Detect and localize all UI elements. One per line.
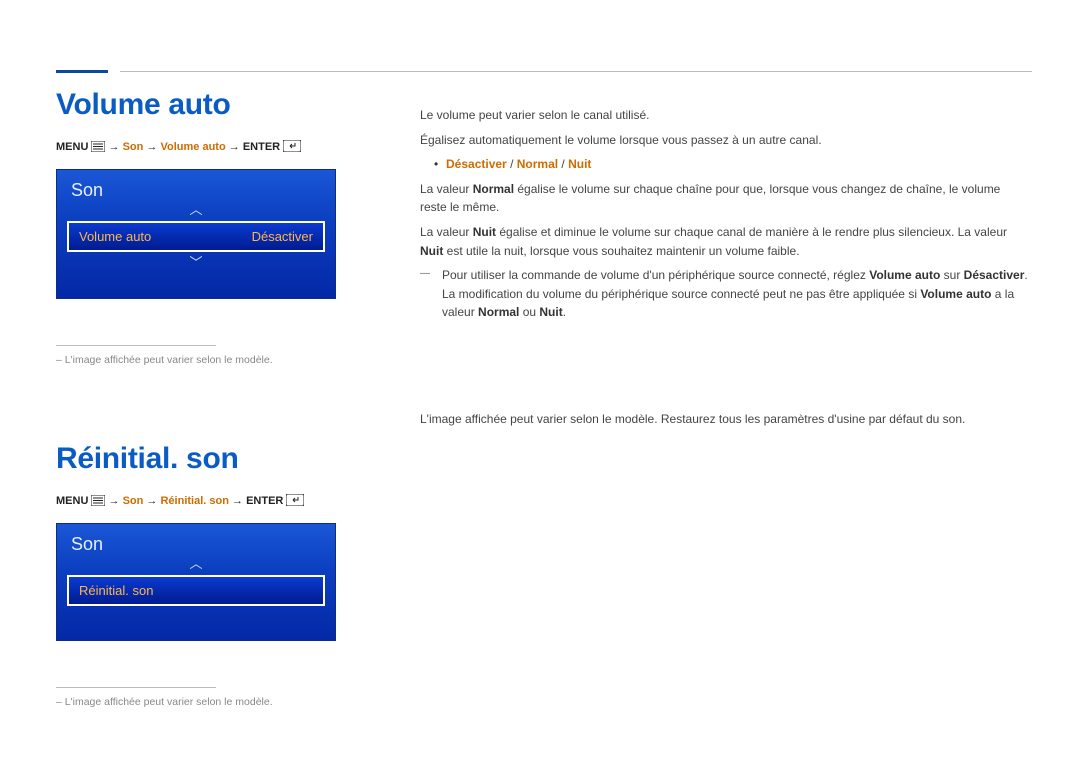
tv-row-label: Volume auto xyxy=(79,229,151,244)
footnote-rule xyxy=(56,345,216,346)
section-volume-auto: Volume auto MENU → Son → Volume auto → E… xyxy=(56,48,1032,366)
term-nuit: Nuit xyxy=(473,225,496,239)
text-fragment: La valeur xyxy=(420,225,473,239)
section-title-reinitial-son: Réinitial. son xyxy=(56,442,404,476)
text-fragment: est utile la nuit, lorsque vous souhaite… xyxy=(443,244,799,258)
enter-icon xyxy=(286,494,304,509)
enter-label: ENTER xyxy=(243,141,280,153)
section-reinitial-son: Réinitial. son MENU → Son → Réinitial. s… xyxy=(56,402,1032,708)
text-fragment: Pour utiliser la commande de volume d'un… xyxy=(442,268,869,282)
body-text: Le volume peut varier selon le canal uti… xyxy=(420,106,1030,125)
term-volume-auto: Volume auto xyxy=(920,287,991,301)
menu-icon xyxy=(91,141,105,155)
text-fragment: . xyxy=(563,305,566,319)
text-fragment: égalise et diminue le volume sur chaque … xyxy=(496,225,1007,239)
section-title-volume-auto: Volume auto xyxy=(56,88,404,122)
arrow-sep: → xyxy=(109,141,123,153)
path-volume-auto: Volume auto xyxy=(160,141,225,153)
term-desactiver: Désactiver xyxy=(964,268,1025,282)
term-normal: Normal xyxy=(478,305,519,319)
left-column-1: Volume auto MENU → Son → Volume auto → E… xyxy=(56,48,404,366)
path-son: Son xyxy=(123,141,144,153)
tv-selected-row[interactable]: Volume auto Désactiver xyxy=(67,221,325,252)
path-reinitial-son: Réinitial. son xyxy=(160,495,228,507)
option-normal: Normal xyxy=(517,157,558,171)
chevron-down-icon[interactable]: ﹀ xyxy=(57,256,335,270)
tv-row-label: Réinitial. son xyxy=(79,583,153,598)
header-accent-bar xyxy=(56,70,108,73)
text-fragment: sur xyxy=(940,268,963,282)
term-volume-auto: Volume auto xyxy=(869,268,940,282)
menu-path-reinitial-son: MENU → Son → Réinitial. son → ENTER xyxy=(56,494,404,509)
tv-menu-preview-reinitial-son: Son ︿ Réinitial. son xyxy=(56,523,336,641)
body-text: Égalisez automatiquement le volume lorsq… xyxy=(420,131,1030,150)
arrow-sep: → xyxy=(229,141,243,153)
menu-label: MENU xyxy=(56,141,88,153)
chevron-up-icon[interactable]: ︿ xyxy=(57,203,335,217)
term-normal: Normal xyxy=(473,182,514,196)
page-container: Volume auto MENU → Son → Volume auto → E… xyxy=(0,0,1080,763)
arrow-sep: → xyxy=(146,495,160,507)
tv-selected-row[interactable]: Réinitial. son xyxy=(67,575,325,606)
option-list: Désactiver / Normal / Nuit xyxy=(420,155,1030,174)
note-text: Pour utiliser la commande de volume d'un… xyxy=(420,266,1030,322)
tv-menu-preview-volume-auto: Son ︿ Volume auto Désactiver ﹀ xyxy=(56,169,336,299)
menu-path-volume-auto: MENU → Son → Volume auto → ENTER xyxy=(56,140,404,155)
body-text: L'image affichée peut varier selon le mo… xyxy=(420,410,1030,429)
text-fragment: La valeur xyxy=(420,182,473,196)
term-nuit: Nuit xyxy=(420,244,443,258)
body-text: La valeur Nuit égalise et diminue le vol… xyxy=(420,223,1030,260)
footnote-text: L'image affichée peut varier selon le mo… xyxy=(56,696,404,708)
menu-label: MENU xyxy=(56,495,88,507)
header-rule xyxy=(120,71,1032,72)
arrow-sep: → xyxy=(232,495,246,507)
option-desactiver: Désactiver xyxy=(446,157,507,171)
enter-label: ENTER xyxy=(246,495,283,507)
arrow-sep: → xyxy=(109,495,123,507)
arrow-sep: → xyxy=(146,141,160,153)
tv-header: Son xyxy=(57,524,335,557)
footnote-text: L'image affichée peut varier selon le mo… xyxy=(56,354,404,366)
path-son: Son xyxy=(123,495,144,507)
tv-row-value: Désactiver xyxy=(252,229,313,244)
body-text: La valeur Normal égalise le volume sur c… xyxy=(420,180,1030,217)
right-column-2: L'image affichée peut varier selon le mo… xyxy=(420,402,1030,429)
option-sep: / xyxy=(510,157,517,171)
left-column-2: Réinitial. son MENU → Son → Réinitial. s… xyxy=(56,402,404,708)
text-fragment: ou xyxy=(519,305,539,319)
chevron-up-icon[interactable]: ︿ xyxy=(57,557,335,571)
right-column-1: Le volume peut varier selon le canal uti… xyxy=(420,48,1030,322)
menu-icon xyxy=(91,495,105,509)
term-nuit: Nuit xyxy=(539,305,562,319)
option-nuit: Nuit xyxy=(568,157,591,171)
tv-header: Son xyxy=(57,170,335,203)
enter-icon xyxy=(283,140,301,155)
footnote-rule xyxy=(56,687,216,688)
